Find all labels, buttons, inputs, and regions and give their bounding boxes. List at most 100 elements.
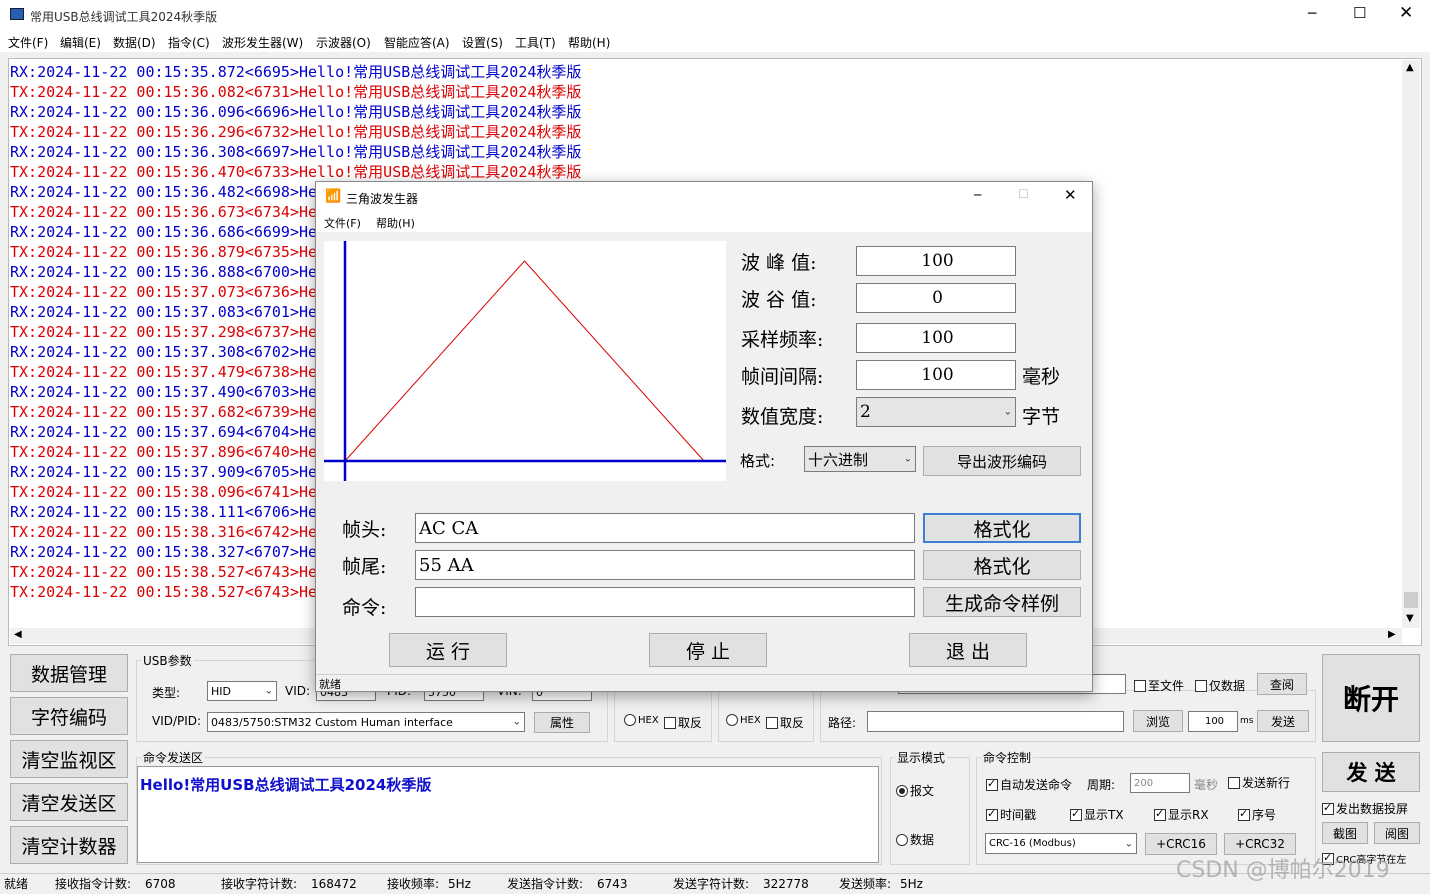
watermark: CSDN @博帕尔2019 [1176, 858, 1390, 883]
tx-char-value: 322778 [763, 877, 809, 891]
hex-radio-1[interactable]: HEX [624, 714, 659, 726]
display-mode-group: 显示模式 [890, 749, 970, 865]
menu-data[interactable]: 数据(D) [113, 34, 156, 51]
format-tail-button[interactable]: 格式化 [923, 550, 1081, 580]
query-button[interactable]: 查阅 [1257, 673, 1307, 695]
triangle-wave-dialog: 📶 三角波发生器 ─ ☐ ✕ 文件(F) 帮助(H) 波 峰 值: 100 波 … [315, 181, 1093, 692]
scroll-right-icon[interactable]: ▶ [1388, 629, 1396, 640]
tx-freq-value: 5Hz [900, 877, 923, 891]
crc-select[interactable]: CRC-16 (Modbus) ⌄ [985, 833, 1137, 854]
hex-radio-2[interactable]: HEX [726, 714, 761, 726]
clear-send-button[interactable]: 清空发送区 [10, 783, 128, 821]
menu-scope[interactable]: 示波器(O) [316, 34, 371, 51]
tx-char-label: 发送字符计数: [673, 877, 750, 891]
scroll-down-icon[interactable]: ▼ [1406, 613, 1414, 624]
chevron-down-icon: ⌄ [903, 453, 912, 465]
format-head-button[interactable]: 格式化 [923, 513, 1081, 543]
dialog-close-icon[interactable]: ✕ [1064, 186, 1077, 204]
show-rx-check[interactable]: 显示RX [1154, 806, 1209, 823]
browse-button[interactable]: 浏览 [1133, 710, 1183, 732]
rx-freq-value: 5Hz [448, 877, 471, 891]
show-tx-check[interactable]: 显示TX [1070, 806, 1124, 823]
view-image-button[interactable]: 阅图 [1374, 822, 1420, 844]
format-select[interactable]: 十六进制 ⌄ [804, 446, 916, 472]
path-label: 路径: [828, 716, 857, 730]
dialog-minimize-icon[interactable]: ─ [974, 188, 981, 202]
disconnect-button[interactable]: 断开 [1322, 654, 1420, 742]
width-label: 数值宽度: [741, 406, 824, 428]
only-data-check[interactable]: 仅数据 [1195, 677, 1245, 694]
log-line: RX:2024-11-22 00:15:36.308<6697>Hello!常用… [10, 143, 582, 161]
status-ready: 就绪 [4, 877, 29, 891]
gap-input[interactable]: 100 [856, 360, 1016, 390]
dialog-status-bar: 就绪 [316, 674, 1092, 691]
clear-counter-button[interactable]: 清空计数器 [10, 826, 128, 864]
mode-message-radio[interactable]: 报文 [896, 782, 934, 799]
vertical-scrollbar[interactable]: ▲ ▼ [1402, 60, 1420, 628]
dialog-title: 三角波发生器 [346, 192, 419, 206]
clear-monitor-button[interactable]: 清空监视区 [10, 740, 128, 778]
dialog-menu-file[interactable]: 文件(F) [324, 215, 361, 231]
log-line: TX:2024-11-22 00:15:36.470<6733>Hello!常用… [10, 163, 582, 181]
format-label: 格式: [740, 452, 776, 470]
timestamp-check[interactable]: 时间戳 [986, 806, 1036, 823]
auto-send-check[interactable]: 自动发送命令 [986, 776, 1072, 793]
cmd-input[interactable] [415, 587, 915, 617]
invert-check-1[interactable]: 取反 [664, 714, 702, 731]
close-icon[interactable]: ✕ [1399, 3, 1413, 23]
minimize-icon[interactable]: ─ [1308, 6, 1316, 22]
vid-label: VID: [285, 684, 311, 698]
path-input[interactable] [867, 711, 1124, 732]
peak-input[interactable]: 100 [856, 246, 1016, 276]
scroll-left-icon[interactable]: ◀ [14, 629, 22, 640]
valley-input[interactable]: 0 [856, 283, 1016, 313]
send-big-button[interactable]: 发 送 [1322, 752, 1420, 792]
type-label: 类型: [152, 686, 181, 700]
interval-input[interactable]: 100 [1188, 711, 1238, 732]
chevron-down-icon: ⌄ [512, 716, 521, 728]
maximize-icon[interactable]: ☐ [1353, 4, 1366, 22]
menu-help[interactable]: 帮助(H) [568, 34, 610, 51]
menu-edit[interactable]: 编辑(E) [60, 34, 101, 51]
device-select[interactable]: 0483/5750:STM32 Custom Human interface ⌄ [207, 712, 525, 732]
menu-tools[interactable]: 工具(T) [515, 34, 556, 51]
cmd-label: 命令: [342, 597, 387, 619]
dialog-maximize-icon[interactable]: ☐ [1018, 187, 1029, 201]
rate-input[interactable]: 100 [856, 323, 1016, 353]
width-select[interactable]: 2 ⌄ [856, 397, 1016, 427]
head-input[interactable]: AC CA [415, 513, 915, 543]
menu-reply[interactable]: 智能应答(A) [384, 34, 450, 51]
stop-button[interactable]: 停 止 [649, 633, 767, 667]
menu-settings[interactable]: 设置(S) [462, 34, 503, 51]
data-manage-button[interactable]: 数据管理 [10, 654, 128, 692]
cmd-send-textarea[interactable]: Hello!常用USB总线调试工具2024秋季版 [137, 766, 879, 863]
rx-char-value: 168472 [311, 877, 357, 891]
tail-input[interactable]: 55 AA [415, 550, 915, 580]
scroll-up-icon[interactable]: ▲ [1406, 62, 1414, 73]
run-button[interactable]: 运 行 [389, 633, 507, 667]
generate-cmd-button[interactable]: 生成命令样例 [923, 587, 1081, 617]
to-file-check[interactable]: 至文件 [1134, 677, 1184, 694]
window-title: 常用USB总线调试工具2024秋季版 [30, 10, 218, 24]
capture-button[interactable]: 截图 [1322, 822, 1368, 844]
screen-cast-check[interactable]: 发出数据投屏 [1322, 800, 1408, 817]
invert-check-2[interactable]: 取反 [766, 714, 804, 731]
property-button[interactable]: 属性 [534, 712, 590, 733]
seq-check[interactable]: 序号 [1238, 806, 1276, 823]
menu-command[interactable]: 指令(C) [168, 34, 210, 51]
menu-file[interactable]: 文件(F) [8, 34, 48, 51]
dialog-menu-help[interactable]: 帮助(H) [376, 215, 415, 231]
char-encoding-button[interactable]: 字符编码 [10, 697, 128, 735]
mode-data-radio[interactable]: 数据 [896, 831, 934, 848]
type-value: HID [211, 684, 231, 698]
menu-wave[interactable]: 波形发生器(W) [222, 34, 303, 51]
exit-button[interactable]: 退 出 [909, 633, 1027, 667]
send-small-button[interactable]: 发送 [1257, 710, 1309, 732]
rx-char-label: 接收字符计数: [221, 877, 298, 891]
period-input[interactable]: 200 [1130, 773, 1190, 793]
scroll-thumb[interactable] [1404, 592, 1418, 608]
tail-label: 帧尾: [342, 556, 387, 578]
type-select[interactable]: HID ⌄ [207, 681, 277, 701]
export-button[interactable]: 导出波形编码 [923, 446, 1081, 476]
newline-check[interactable]: 发送新行 [1228, 774, 1290, 791]
